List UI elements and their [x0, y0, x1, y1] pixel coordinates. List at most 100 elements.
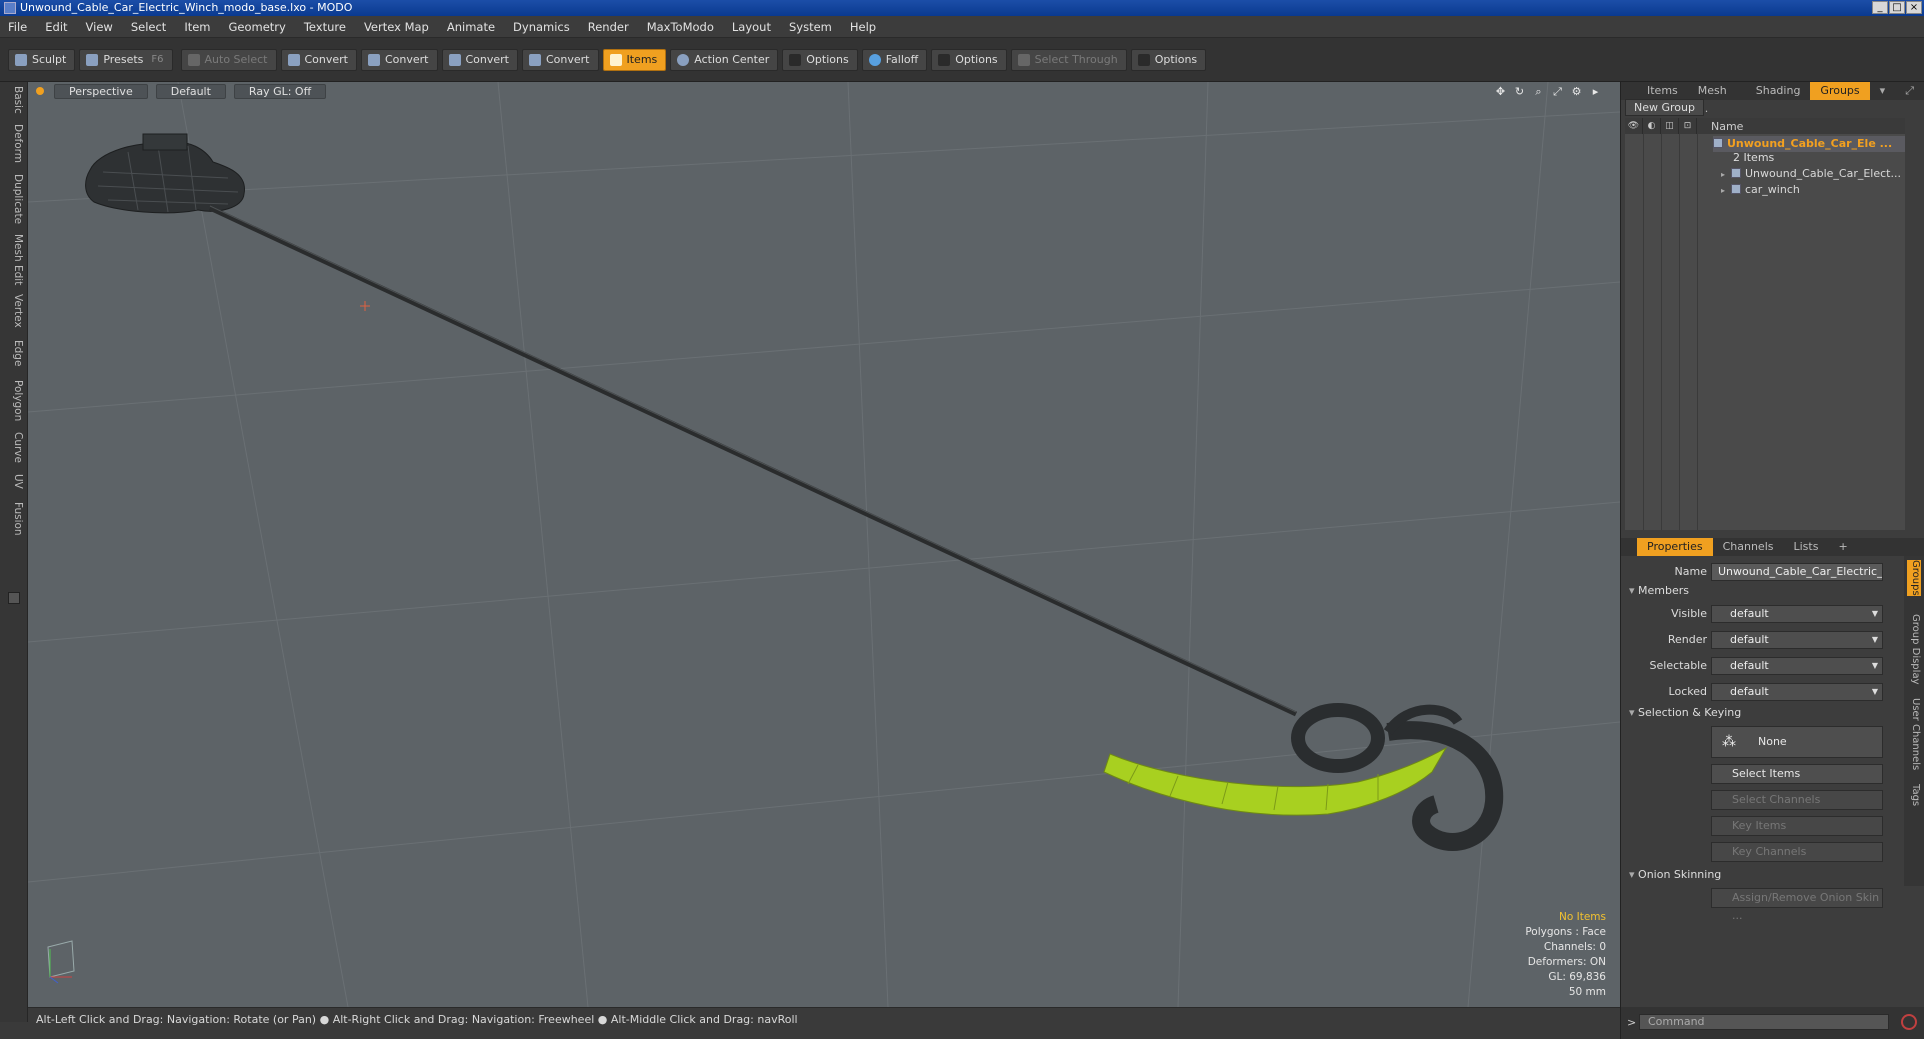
selection-keying-section[interactable]: Selection & Keying: [1629, 706, 1741, 719]
items-mode-button[interactable]: Items: [602, 48, 667, 71]
visibility-column-icon[interactable]: 👁: [1625, 118, 1643, 134]
select-through-options-button[interactable]: Options: [1130, 48, 1207, 71]
command-input[interactable]: Command: [1639, 1014, 1889, 1030]
locked-dropdown[interactable]: default: [1711, 683, 1883, 701]
render-row: Render default: [1621, 630, 1901, 650]
auto-select-button[interactable]: Auto Select: [180, 48, 277, 71]
menu-texture[interactable]: Texture: [304, 20, 346, 34]
action-center-options-button[interactable]: Options: [782, 48, 858, 71]
tab-deform[interactable]: Deform: [4, 124, 24, 163]
viewport-menu-icon[interactable]: [36, 87, 44, 95]
add-tab-button[interactable]: +: [1828, 538, 1857, 556]
side-tab-tags[interactable]: Tags: [1907, 784, 1921, 806]
menu-system[interactable]: System: [789, 20, 832, 34]
onion-skinning-section[interactable]: Onion Skinning: [1629, 868, 1721, 881]
menu-select[interactable]: Select: [131, 20, 166, 34]
menu-dynamics[interactable]: Dynamics: [513, 20, 570, 34]
falloff-button[interactable]: Falloff: [861, 48, 928, 71]
falloff-options-button[interactable]: Options: [931, 48, 1007, 71]
move-view-icon[interactable]: ✥: [1494, 85, 1507, 98]
close-icon[interactable]: ×: [1906, 1, 1922, 14]
tab-channels[interactable]: Channels: [1713, 538, 1784, 556]
tab-collapse-icon[interactable]: [8, 592, 20, 604]
menu-edit[interactable]: Edit: [45, 20, 67, 34]
shading-mode-button[interactable]: Default: [155, 83, 226, 99]
select-channels-button[interactable]: Select Channels: [1711, 790, 1883, 810]
visible-dropdown[interactable]: default: [1711, 605, 1883, 623]
tree-header: 👁 ◐ ◫ ⊡ Name: [1625, 118, 1905, 134]
side-tab-user-channels[interactable]: User Channels: [1907, 698, 1921, 770]
tab-uv[interactable]: UV: [4, 474, 24, 489]
tab-vertex[interactable]: Vertex: [4, 294, 24, 328]
sculpt-button[interactable]: Sculpt: [8, 48, 76, 71]
tab-edge[interactable]: Edge: [4, 340, 24, 366]
properties-side-tabs: Groups Group Display User Channels Tags: [1904, 556, 1924, 886]
expand-icon[interactable]: ▸: [1721, 183, 1731, 199]
presets-button[interactable]: Presets F6: [79, 48, 173, 71]
tab-items[interactable]: Items: [1637, 82, 1688, 100]
minimize-icon[interactable]: _: [1872, 1, 1888, 14]
expand-icon[interactable]: ▸: [1721, 167, 1731, 183]
menu-render[interactable]: Render: [588, 20, 629, 34]
winch-mesh[interactable]: [85, 133, 245, 214]
raygl-toggle[interactable]: Ray GL: Off: [233, 83, 327, 99]
tab-curve[interactable]: Curve: [4, 432, 24, 463]
select-items-button[interactable]: Select Items: [1711, 764, 1883, 784]
new-group-button[interactable]: New Group: [1625, 99, 1704, 116]
rotate-view-icon[interactable]: ↻: [1513, 85, 1526, 98]
menu-maxtomodo[interactable]: MaxToModo: [647, 20, 714, 34]
mesh-icon: [1731, 168, 1741, 178]
lock-column-icon[interactable]: ⊡: [1679, 118, 1697, 134]
view-mode-button[interactable]: Perspective: [54, 83, 148, 99]
tree-row-winch[interactable]: ▸ car_winch: [1721, 182, 1800, 198]
record-macro-icon[interactable]: [1901, 1014, 1917, 1030]
selectable-dropdown[interactable]: default: [1711, 657, 1883, 675]
tab-mesh-edit[interactable]: Mesh Edit: [4, 234, 24, 285]
convert-polygon-button[interactable]: Convert: [441, 48, 518, 71]
3d-viewport[interactable]: Perspective Default Ray GL: Off ✥ ↻ ⌕ ⤢ …: [28, 82, 1620, 1007]
select-through-button[interactable]: Select Through: [1010, 48, 1127, 71]
tab-polygon[interactable]: Polygon: [4, 380, 24, 421]
tab-dropdown-icon[interactable]: ▾: [1870, 82, 1896, 100]
convert-vertex-button[interactable]: Convert: [280, 48, 357, 71]
tab-duplicate[interactable]: Duplicate: [4, 174, 24, 224]
info-gl: GL: 69,836: [1548, 971, 1606, 983]
menu-geometry[interactable]: Geometry: [229, 20, 286, 34]
expand-panel-icon[interactable]: ⤢: [1895, 82, 1924, 100]
key-channels-button[interactable]: Key Channels: [1711, 842, 1883, 862]
viewport-settings-icon[interactable]: ⚙: [1570, 85, 1583, 98]
menu-help[interactable]: Help: [850, 20, 876, 34]
cable-mesh[interactable]: [208, 205, 1298, 717]
menu-vertex-map[interactable]: Vertex Map: [364, 20, 429, 34]
select-column-icon[interactable]: ◫: [1661, 118, 1679, 134]
none-keying-button[interactable]: ⁂ None: [1711, 726, 1883, 758]
members-section[interactable]: Members: [1629, 584, 1689, 597]
tab-properties[interactable]: Properties: [1637, 538, 1713, 556]
side-tab-group-display[interactable]: Group Display: [1907, 614, 1921, 684]
menu-view[interactable]: View: [86, 20, 113, 34]
tab-fusion[interactable]: Fusion: [4, 502, 24, 536]
convert-edge-button[interactable]: Convert: [361, 48, 438, 71]
maximize-view-icon[interactable]: ⤢: [1551, 85, 1564, 98]
menu-layout[interactable]: Layout: [732, 20, 771, 34]
key-items-button[interactable]: Key Items: [1711, 816, 1883, 836]
menu-item[interactable]: Item: [184, 20, 210, 34]
assign-onion-skin-button[interactable]: Assign/Remove Onion Skin ...: [1711, 888, 1883, 922]
zoom-view-icon[interactable]: ⌕: [1532, 85, 1545, 98]
chevron-right-icon[interactable]: ▸: [1589, 85, 1602, 98]
menu-animate[interactable]: Animate: [447, 20, 495, 34]
render-dropdown[interactable]: default: [1711, 631, 1883, 649]
tab-lists[interactable]: Lists: [1784, 538, 1829, 556]
menu-file[interactable]: File: [8, 20, 27, 34]
action-center-button[interactable]: Action Center: [670, 48, 779, 71]
tab-groups[interactable]: Groups: [1810, 82, 1870, 100]
side-tab-groups[interactable]: Groups: [1907, 560, 1921, 596]
tree-row-cable[interactable]: ▸ Unwound_Cable_Car_Elect...: [1721, 166, 1901, 182]
convert-material-button[interactable]: Convert: [522, 48, 599, 71]
name-field[interactable]: Unwound_Cable_Car_Electric_W: [1711, 563, 1883, 581]
tab-mesh[interactable]: Mesh ...: [1688, 82, 1746, 115]
tab-basic[interactable]: Basic: [4, 86, 24, 114]
maximize-icon[interactable]: □: [1889, 1, 1905, 14]
render-column-icon[interactable]: ◐: [1643, 118, 1661, 134]
tab-shading[interactable]: Shading: [1746, 82, 1811, 100]
